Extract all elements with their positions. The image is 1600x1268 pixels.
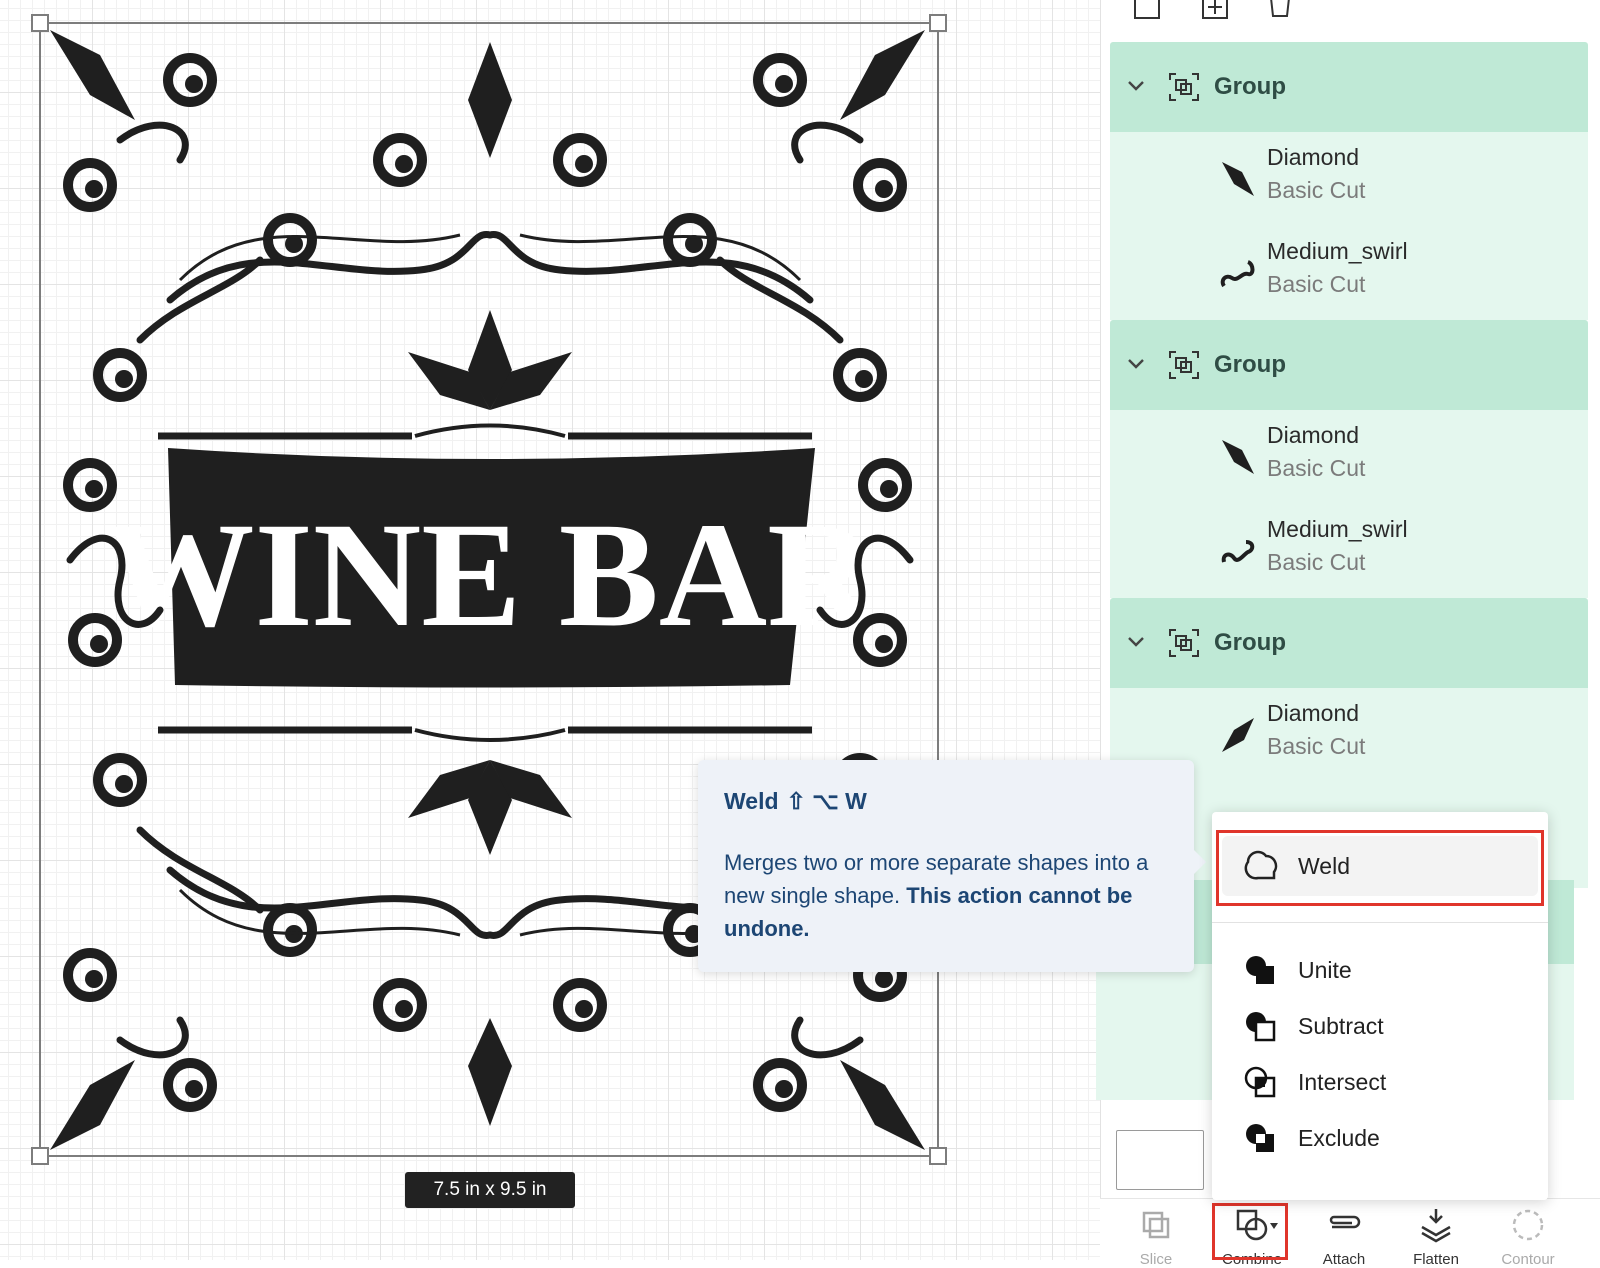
contour-button[interactable]: Contour: [1488, 1199, 1568, 1268]
tooltip-shortcut: ⇧ ⌥ W: [786, 788, 867, 814]
intersect-icon: [1244, 1066, 1276, 1098]
layer-name: Medium_swirl: [1267, 238, 1408, 264]
layer-item-swirl[interactable]: Medium_swirl Basic Cut: [1110, 504, 1588, 598]
intersect-menu-item[interactable]: Intersect: [1222, 1054, 1538, 1110]
tooltip-description: Merges two or more separate shapes into …: [724, 850, 1149, 941]
contour-icon: [1512, 1209, 1544, 1241]
swirl-icon: [1220, 260, 1255, 288]
subtract-icon: [1246, 1012, 1276, 1042]
layer-type: Basic Cut: [1267, 271, 1366, 297]
attach-icon: [1329, 1215, 1361, 1229]
chevron-down-icon[interactable]: [1126, 76, 1146, 96]
layer-item-diamond[interactable]: Diamond Basic Cut: [1110, 410, 1588, 504]
group-title: Group: [1214, 351, 1286, 378]
layer-item-swirl[interactable]: Medium_swirl Basic Cut: [1110, 226, 1588, 320]
layer-name: Diamond: [1267, 700, 1360, 726]
tooltip-title: Weld ⇧ ⌥ W: [724, 788, 867, 814]
weld-tooltip: Weld ⇧ ⌥ W Merges two or more separate sh…: [698, 760, 1194, 972]
bottom-toolbar: Slice Combine Attach Flatten Contour: [1100, 1198, 1600, 1268]
attach-button[interactable]: Attach: [1304, 1199, 1384, 1268]
delete-icon[interactable]: [1263, 0, 1299, 22]
chevron-down-icon[interactable]: [1126, 632, 1146, 652]
menu-divider: [1212, 922, 1548, 923]
group-icon: [1169, 73, 1199, 101]
diamond-icon: [1222, 162, 1254, 196]
subtract-menu-item[interactable]: Subtract: [1222, 998, 1538, 1054]
layer-item-diamond[interactable]: Diamond Basic Cut: [1110, 132, 1588, 226]
swirl-icon: [1221, 540, 1255, 563]
group-icon: [1169, 351, 1199, 379]
layer-name: Medium_swirl: [1267, 516, 1408, 542]
layer-type: Basic Cut: [1267, 549, 1366, 575]
layers-toolbar: [1101, 0, 1600, 40]
group-title: Group: [1214, 73, 1286, 100]
exclude-menu-item[interactable]: Exclude: [1222, 1110, 1538, 1166]
layer-type: Basic Cut: [1267, 455, 1366, 481]
slice-icon: [1142, 1211, 1170, 1239]
size-badge: 7.5 in x 9.5 in: [405, 1172, 575, 1208]
flatten-icon: [1421, 1209, 1451, 1243]
exclude-icon: [1246, 1124, 1274, 1152]
group-header[interactable]: Group: [1110, 598, 1588, 688]
unite-menu-item[interactable]: Unite: [1222, 942, 1538, 998]
layer-type: Basic Cut: [1267, 177, 1366, 203]
weld-highlight: [1216, 830, 1544, 906]
layer-type: Basic Cut: [1267, 733, 1366, 759]
diamond-icon: [1222, 718, 1254, 752]
chevron-down-icon[interactable]: [1126, 354, 1146, 374]
group-header[interactable]: Group: [1110, 42, 1588, 132]
group-icon: [1169, 629, 1199, 657]
tooltip-arrow: [1192, 848, 1206, 876]
layer-name: Diamond: [1267, 422, 1360, 448]
group-title: Group: [1214, 629, 1286, 656]
design-canvas[interactable]: WINE BAR 7.5 in x 9.5 in: [0, 0, 1100, 1260]
color-swatch[interactable]: [1116, 1130, 1204, 1190]
duplicate-icon[interactable]: [1197, 0, 1233, 22]
wine-bar-design[interactable]: WINE BAR: [0, 0, 1100, 1260]
svg-text:WINE BAR: WINE BAR: [105, 492, 878, 658]
slice-button[interactable]: Slice: [1116, 1199, 1196, 1268]
group-header[interactable]: Group: [1110, 320, 1588, 410]
layer-group-2[interactable]: Group Diamond Basic Cut Medium_swirl Bas…: [1110, 320, 1588, 598]
layer-group-1[interactable]: Group Diamond Basic Cut Medium_swirl Bas…: [1110, 42, 1588, 320]
combine-highlight: [1212, 1203, 1288, 1260]
flatten-button[interactable]: Flatten: [1396, 1199, 1476, 1268]
unite-icon: [1246, 956, 1274, 984]
diamond-icon: [1222, 440, 1254, 474]
layer-name: Diamond: [1267, 144, 1360, 170]
group-icon[interactable]: [1131, 0, 1167, 22]
